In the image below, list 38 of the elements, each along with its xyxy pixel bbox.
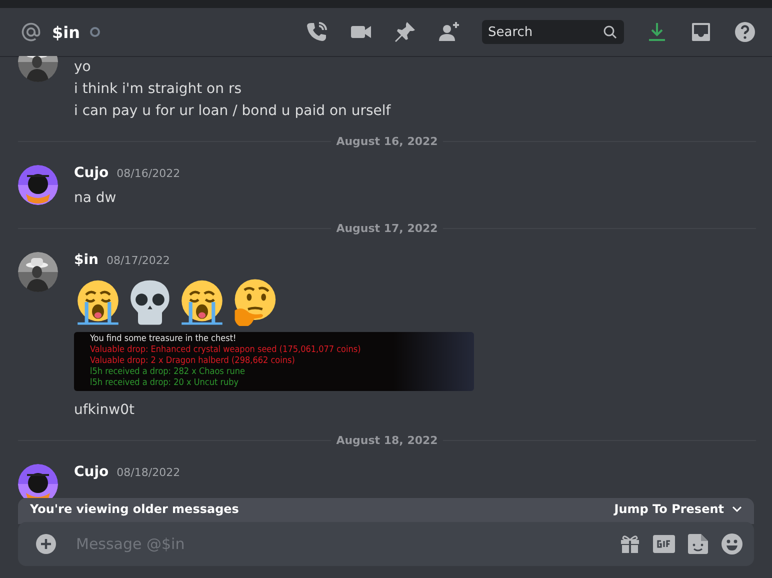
date-divider: August 18, 2022 bbox=[335, 434, 439, 447]
image-attachment[interactable] bbox=[74, 332, 474, 391]
author-name[interactable]: Cujo bbox=[74, 165, 109, 181]
timestamp: 08/16/2022 bbox=[116, 167, 180, 180]
game-chat-line: Valuable drop: Enhanced crystal weapon seed (175,061,077 coins) bbox=[90, 345, 362, 356]
sticker-icon[interactable] bbox=[686, 532, 710, 556]
caret-icon bbox=[732, 504, 742, 514]
search-icon bbox=[603, 25, 617, 39]
game-chat-line: l5h received a drop: 282 x Chaos rune bbox=[90, 367, 246, 378]
gif-icon[interactable] bbox=[652, 532, 676, 556]
phone-icon[interactable] bbox=[305, 20, 329, 44]
date-divider: August 17, 2022 bbox=[335, 222, 439, 235]
avatar[interactable] bbox=[18, 252, 58, 292]
message-text: i can pay u for ur loan / bond u paid on urself bbox=[74, 102, 391, 121]
emoji-icon[interactable] bbox=[720, 532, 744, 556]
message-text: yo bbox=[74, 58, 92, 77]
game-chat-line: Valuable drop: 2 x Dragon halberd (298,662 coins) bbox=[90, 356, 296, 367]
date-divider: August 16, 2022 bbox=[335, 135, 439, 148]
timestamp: 08/17/2022 bbox=[106, 254, 170, 267]
avatar[interactable] bbox=[18, 165, 58, 205]
add-friend-icon[interactable] bbox=[437, 20, 461, 44]
help-icon[interactable] bbox=[733, 20, 757, 44]
banner-text: You're viewing older messages bbox=[30, 502, 240, 516]
jump-to-present-button[interactable]: Jump To Present bbox=[614, 502, 742, 516]
game-chat-line: You find some treasure in the chest! bbox=[90, 334, 238, 345]
message-text: ufkinw0t bbox=[74, 401, 136, 420]
search-field[interactable]: Search bbox=[482, 20, 624, 44]
pin-icon[interactable] bbox=[393, 20, 417, 44]
at-icon bbox=[20, 21, 42, 43]
message-text: i think i'm straight on rs bbox=[74, 80, 242, 99]
game-chat-line: l5h received a drop: 20 x Uncut ruby bbox=[90, 378, 240, 389]
add-icon[interactable] bbox=[34, 532, 58, 556]
inbox-icon[interactable] bbox=[689, 20, 713, 44]
channel-name: $in bbox=[52, 22, 80, 42]
message-text: na dw bbox=[74, 189, 118, 208]
author-name[interactable]: $in bbox=[74, 252, 99, 268]
author-name[interactable]: Cujo bbox=[74, 464, 109, 480]
timestamp: 08/18/2022 bbox=[116, 466, 180, 479]
